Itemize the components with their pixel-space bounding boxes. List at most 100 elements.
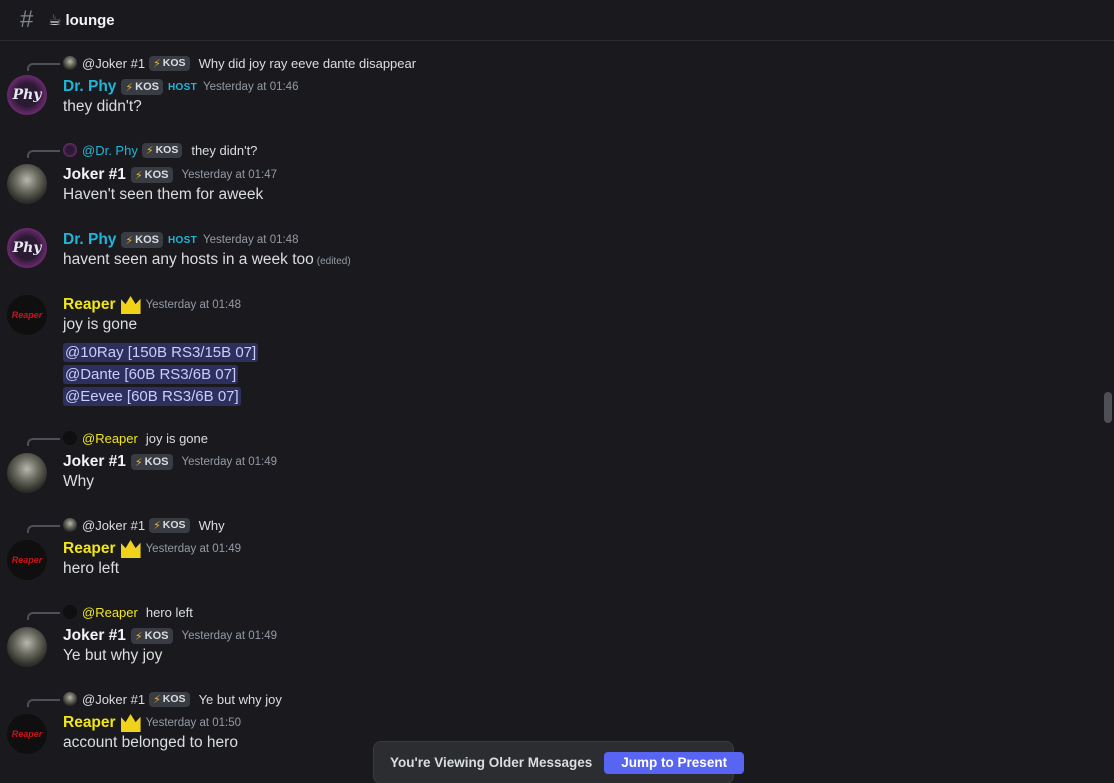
reply-spine bbox=[27, 150, 60, 158]
avatar[interactable]: Reaper bbox=[7, 295, 47, 335]
avatar[interactable]: Reaper bbox=[7, 540, 47, 580]
host-badge: HOST bbox=[168, 234, 197, 246]
username[interactable]: Joker #1 bbox=[63, 166, 126, 184]
reply-author[interactable]: @Joker #1 bbox=[82, 56, 145, 71]
username[interactable]: Joker #1 bbox=[63, 627, 126, 645]
avatar[interactable] bbox=[7, 164, 47, 204]
message-content: Haven't seen them for aweek bbox=[63, 186, 264, 203]
reply-author[interactable]: @Dr. Phy bbox=[82, 143, 138, 158]
crown-icon bbox=[120, 540, 141, 558]
kos-tag: ⚡ KOS bbox=[130, 167, 173, 183]
crown-icon bbox=[120, 714, 141, 732]
reply-spine bbox=[27, 612, 60, 620]
kos-tag: ⚡ KOS bbox=[149, 517, 190, 533]
reply-reference[interactable]: @Joker #1 ⚡ KOS Ye but why joy bbox=[63, 690, 282, 708]
channel-name[interactable]: lounge bbox=[65, 12, 114, 29]
message-header: Joker #1 ⚡ KOS Yesterday at 01:47 bbox=[63, 164, 277, 186]
message-content: Ye but why joy bbox=[63, 647, 163, 664]
kos-tag: ⚡ KOS bbox=[130, 628, 173, 644]
bolt-icon: ⚡ bbox=[125, 81, 134, 94]
bolt-icon: ⚡ bbox=[153, 519, 161, 532]
reply-author[interactable]: @Reaper bbox=[82, 431, 138, 446]
message-content: joy is gone bbox=[63, 316, 138, 333]
message-list[interactable]: @Joker #1 ⚡ KOS Why did joy ray eeve dant… bbox=[0, 41, 1100, 783]
mention-line: @Dante [60B RS3/6B 07] bbox=[63, 365, 239, 384]
avatar[interactable] bbox=[7, 453, 47, 493]
message-header: Dr. Phy ⚡ KOS HOST Yesterday at 01:48 bbox=[63, 229, 298, 251]
reply-author[interactable]: @Reaper bbox=[82, 605, 138, 620]
hash-icon: # bbox=[20, 6, 34, 33]
message-content: account belonged to hero bbox=[63, 734, 238, 751]
message-content: hero left bbox=[63, 560, 120, 577]
reply-spine bbox=[27, 699, 60, 707]
bolt-icon: ⚡ bbox=[134, 630, 143, 643]
message-header: Reaper Yesterday at 01:48 bbox=[63, 294, 241, 316]
reply-preview: joy is gone bbox=[145, 430, 208, 446]
timestamp[interactable]: Yesterday at 01:46 bbox=[203, 81, 298, 93]
avatar[interactable]: Phy bbox=[7, 228, 47, 268]
avatar[interactable] bbox=[7, 627, 47, 667]
joker-mini-avatar bbox=[63, 692, 77, 706]
reply-reference[interactable]: @Dr. Phy ⚡ KOS they didn't? bbox=[63, 141, 257, 159]
role-mention[interactable]: @10Ray [150B RS3/15B 07] bbox=[63, 343, 259, 362]
kos-tag: ⚡ KOS bbox=[141, 142, 183, 158]
role-mention[interactable]: @Dante [60B RS3/6B 07] bbox=[63, 365, 239, 384]
jump-to-present-button[interactable]: Jump to Present bbox=[604, 751, 745, 774]
message-header: Dr. Phy ⚡ KOS HOST Yesterday at 01:46 bbox=[63, 76, 298, 98]
role-mention[interactable]: @Eevee [60B RS3/6B 07] bbox=[63, 387, 241, 406]
message-content: they didn't? bbox=[63, 98, 142, 115]
reaper-mini-avatar bbox=[63, 431, 77, 445]
bolt-icon: ⚡ bbox=[153, 693, 161, 706]
kos-tag: ⚡ KOS bbox=[121, 79, 163, 95]
username[interactable]: Joker #1 bbox=[63, 453, 126, 471]
timestamp[interactable]: Yesterday at 01:50 bbox=[146, 717, 241, 729]
message-content: Why bbox=[63, 473, 94, 490]
channel-emoji: ☕ bbox=[48, 12, 62, 29]
bolt-icon: ⚡ bbox=[153, 57, 161, 70]
reply-spine bbox=[27, 438, 60, 446]
avatar[interactable]: Reaper bbox=[7, 714, 47, 754]
reply-reference[interactable]: @Reaper joy is gone bbox=[63, 429, 208, 447]
timestamp[interactable]: Yesterday at 01:49 bbox=[182, 456, 277, 468]
older-messages-text: You're Viewing Older Messages bbox=[390, 755, 593, 770]
host-badge: HOST bbox=[168, 81, 197, 93]
older-messages-banner: You're Viewing Older Messages Jump to Pr… bbox=[373, 741, 745, 783]
message-header: Reaper Yesterday at 01:50 bbox=[63, 712, 241, 734]
username[interactable]: Reaper bbox=[63, 540, 116, 558]
bolt-icon: ⚡ bbox=[134, 456, 143, 469]
kos-tag: ⚡ KOS bbox=[121, 232, 163, 248]
crown-icon bbox=[120, 296, 141, 314]
kos-tag: ⚡ KOS bbox=[149, 691, 190, 707]
reply-preview: they didn't? bbox=[191, 142, 258, 158]
timestamp[interactable]: Yesterday at 01:48 bbox=[203, 234, 298, 246]
joker-mini-avatar bbox=[63, 518, 77, 532]
mention-line: @10Ray [150B RS3/15B 07] bbox=[63, 343, 259, 362]
joker-mini-avatar bbox=[63, 56, 77, 70]
timestamp[interactable]: Yesterday at 01:48 bbox=[146, 299, 241, 311]
channel-header: # ☕ lounge bbox=[0, 0, 1114, 41]
username[interactable]: Reaper bbox=[63, 296, 116, 314]
message-header: Joker #1 ⚡ KOS Yesterday at 01:49 bbox=[63, 625, 277, 647]
username[interactable]: Dr. Phy bbox=[63, 231, 116, 249]
bolt-icon: ⚡ bbox=[134, 169, 143, 182]
bolt-icon: ⚡ bbox=[145, 144, 154, 157]
reply-author[interactable]: @Joker #1 bbox=[82, 692, 145, 707]
timestamp[interactable]: Yesterday at 01:49 bbox=[146, 543, 241, 555]
reply-reference[interactable]: @Joker #1 ⚡ KOS Why bbox=[63, 516, 225, 534]
reply-preview: hero left bbox=[145, 604, 193, 620]
reaper-mini-avatar bbox=[63, 605, 77, 619]
reply-reference[interactable]: @Joker #1 ⚡ KOS Why did joy ray eeve dant… bbox=[63, 54, 416, 72]
phy-mini-avatar bbox=[63, 143, 77, 157]
reply-preview: Ye but why joy bbox=[198, 691, 282, 707]
message-header: Reaper Yesterday at 01:49 bbox=[63, 538, 241, 560]
kos-tag: ⚡ KOS bbox=[149, 55, 190, 71]
username[interactable]: Dr. Phy bbox=[63, 78, 116, 96]
timestamp[interactable]: Yesterday at 01:49 bbox=[182, 630, 277, 642]
username[interactable]: Reaper bbox=[63, 714, 116, 732]
reply-reference[interactable]: @Reaper hero left bbox=[63, 603, 193, 621]
timestamp[interactable]: Yesterday at 01:47 bbox=[182, 169, 277, 181]
scrollbar-thumb[interactable] bbox=[1104, 392, 1112, 423]
avatar[interactable]: Phy bbox=[7, 75, 47, 115]
reply-author[interactable]: @Joker #1 bbox=[82, 518, 145, 533]
edited-marker: (edited) bbox=[316, 256, 351, 267]
